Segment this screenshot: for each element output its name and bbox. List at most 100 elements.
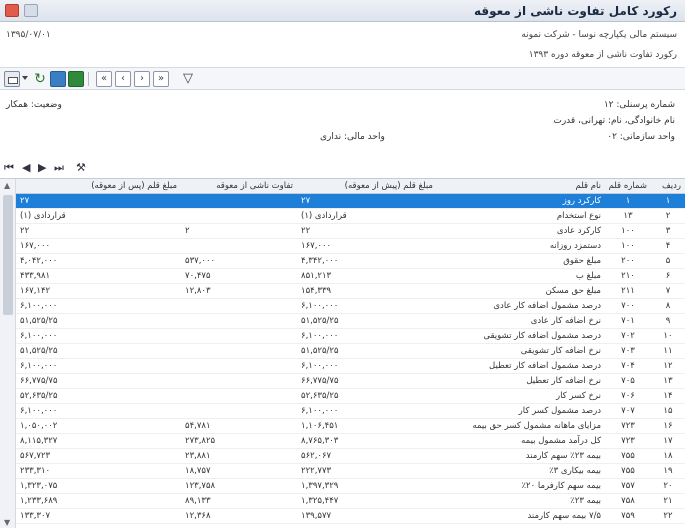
close-icon[interactable] bbox=[5, 4, 19, 17]
table-cell: ۵۴,۷۸۱ bbox=[181, 418, 297, 434]
table-row[interactable]: ۱۹ ۷۵۵ بیمه بیکاری ۳٪ ۲۲۲,۷۷۳ ۱۸,۷۵۷ ۲۳۳,۳۱۰ bbox=[16, 463, 685, 479]
table-cell: ۶,۱۰۰,۰۰۰ bbox=[297, 298, 437, 314]
table-row[interactable]: ۱۰ ۷۰۲ درصد مشمول اضافه کار تشویقی ۶,۱۰۰,۰۰… bbox=[16, 328, 685, 344]
last-page-icon[interactable]: » bbox=[153, 71, 169, 87]
table-cell: ۷ bbox=[651, 283, 685, 299]
table-cell: ۱۰۰ bbox=[605, 238, 651, 254]
column-header[interactable]: نام قلم bbox=[437, 179, 605, 194]
table-row[interactable]: ۱۸ ۷۵۵ بیمه ۲۳٪ سهم کارمند ۵۶۲,۰۶۷ ۲۳,۸۸۱ ۵۶۷… bbox=[16, 448, 685, 464]
table-cell: ۵۶۲,۰۶۷ bbox=[297, 448, 437, 464]
table-cell: ۶,۱۰۰,۰۰۰ bbox=[297, 328, 437, 344]
table-cell: ۱۲ bbox=[651, 358, 685, 374]
export-icon[interactable] bbox=[50, 71, 66, 87]
table-cell: ۸,۷۶۵,۳۰۳ bbox=[297, 433, 437, 449]
table-cell: نرخ اضافه کار تعطیل bbox=[437, 373, 605, 389]
table-cell: درصد مشمول اضافه کار تعطیل bbox=[437, 358, 605, 374]
chevron-down-icon[interactable] bbox=[22, 76, 28, 80]
table-cell: دستمزد روزانه bbox=[437, 238, 605, 254]
table-cell: ۱۵۴,۳۳۹ bbox=[297, 283, 437, 299]
table-cell: ۳ bbox=[651, 223, 685, 239]
table-cell: ۱۲۳,۷۵۸ bbox=[181, 478, 297, 494]
table-cell bbox=[181, 388, 297, 404]
table-row[interactable]: ۸ ۷۰۰ درصد مشمول اضافه کار عادی ۶,۱۰۰,۰۰۰ ۶,… bbox=[16, 298, 685, 314]
filter-icon[interactable]: ▽ bbox=[180, 71, 196, 87]
last-record-icon[interactable]: ⏭ bbox=[54, 161, 64, 175]
next-record-icon[interactable]: ▶ bbox=[38, 161, 46, 174]
table-cell: ۲۲ bbox=[651, 508, 685, 524]
personnel-number: شماره پرسنلی: ۱۲ bbox=[603, 100, 675, 110]
table-cell: بیمه بیکاری ۳٪ bbox=[437, 463, 605, 479]
table-cell: ۱۳ bbox=[605, 208, 651, 224]
table-row[interactable]: ۱۴ ۷۰۶ نرخ کسر کار ۵۲,۶۳۵/۲۵ ۵۲,۶۳۵/۲۵ bbox=[16, 388, 685, 404]
table-cell: ۸۵۱,۲۱۳ bbox=[297, 268, 437, 284]
table-cell bbox=[181, 298, 297, 314]
table-cell: ۱۶۷,۱۴۲ bbox=[16, 283, 181, 299]
minimize-icon[interactable] bbox=[24, 4, 38, 17]
first-page-icon[interactable]: « bbox=[96, 71, 112, 87]
table-cell: ۱,۰۵۰,۰۰۲ bbox=[16, 418, 181, 434]
next-page-icon[interactable]: › bbox=[134, 71, 150, 87]
table-cell bbox=[181, 373, 297, 389]
first-record-icon[interactable]: ⏮ bbox=[4, 161, 14, 175]
table-cell: ۱۶ bbox=[651, 418, 685, 434]
table-row[interactable]: ۱۲ ۷۰۴ درصد مشمول اضافه کار تعطیل ۶,۱۰۰,۰۰۰… bbox=[16, 358, 685, 374]
window-title: رکورد کامل تفاوت ناشی از معوقه bbox=[474, 4, 677, 18]
employee-info: شماره پرسنلی: ۱۲ وضعیت: همکار نام خانواد… bbox=[0, 90, 685, 152]
table-cell: ۱۱ bbox=[651, 343, 685, 359]
table-row[interactable]: ۳ ۱۰۰ کارکرد عادی ۲۲ ۲ ۲۲ bbox=[16, 223, 685, 239]
scroll-up-icon[interactable]: ▲ bbox=[4, 181, 10, 190]
table-row[interactable]: ۲۰ ۷۵۷ بیمه سهم کارفرما ۲۰٪ ۱,۳۹۷,۳۲۹ ۱۲۳,۷۵… bbox=[16, 478, 685, 494]
table-cell: ۸ bbox=[651, 298, 685, 314]
table-cell: ۲۷ bbox=[297, 193, 437, 209]
table-row[interactable]: ۱۶ ۷۲۳ مزایای ماهانه مشمول کسر حق بیمه ۱,۱۰… bbox=[16, 418, 685, 434]
table-cell: ۶,۱۰۰,۰۰۰ bbox=[297, 358, 437, 374]
table-row[interactable]: ۷ ۲۱۱ مبلغ حق مسکن ۱۵۴,۳۳۹ ۱۲,۸۰۳ ۱۶۷,۱۴۲ bbox=[16, 283, 685, 299]
table-cell: کل درآمد مشمول بیمه bbox=[437, 433, 605, 449]
prev-page-icon[interactable]: ‹ bbox=[115, 71, 131, 87]
table-row[interactable]: ۲ ۱۳ نوع استخدام (۱) قراردادی (۱) قراردادی bbox=[16, 208, 685, 224]
table-cell: ۶,۱۰۰,۰۰۰ bbox=[16, 298, 181, 314]
table-cell: ۲۷۳,۸۲۵ bbox=[181, 433, 297, 449]
table-row[interactable]: ۲۱ ۷۵۸ بیمه ۲۳٪ ۱,۳۲۵,۴۴۷ ۸۹,۱۳۳ ۱,۲۳۳,۶۸۹ bbox=[16, 493, 685, 509]
table-cell: درصد مشمول کسر کار bbox=[437, 403, 605, 419]
tools-icon[interactable]: ⚒ bbox=[76, 161, 86, 174]
table-cell: ۱,۲۳۳,۶۸۹ bbox=[16, 493, 181, 509]
table-cell: ۲۳۳,۳۱۰ bbox=[16, 463, 181, 479]
table-cell: ۶۶,۷۷۵/۷۵ bbox=[297, 373, 437, 389]
column-header[interactable]: ردیف bbox=[651, 179, 685, 194]
table-cell: ۶ bbox=[651, 268, 685, 284]
table-cell: ۱۶۷,۰۰۰ bbox=[16, 238, 181, 254]
table-row[interactable]: ۱۳ ۷۰۵ نرخ اضافه کار تعطیل ۶۶,۷۷۵/۷۵ ۶۶,۷۷۵/… bbox=[16, 373, 685, 389]
table-row[interactable]: ۱۷ ۷۲۳ کل درآمد مشمول بیمه ۸,۷۶۵,۳۰۳ ۲۷۳,۸۲۵… bbox=[16, 433, 685, 449]
table-row[interactable]: ۵ ۲۰۰ مبلغ حقوق ۴,۳۴۲,۰۰۰ ۵۳۷,۰۰۰ ۴,۰۴۲,۰۰۰ bbox=[16, 253, 685, 269]
scroll-thumb[interactable] bbox=[3, 195, 13, 315]
table-row[interactable]: ۲۲ ۷۵۹ ۷/۵ بیمه سهم کارمند ۱۳۹,۵۷۷ ۱۲,۳۶۸ ۱۳۳… bbox=[16, 508, 685, 524]
column-header[interactable]: شماره قلم bbox=[605, 179, 651, 194]
prev-record-icon[interactable]: ◀ bbox=[22, 161, 30, 174]
table-cell: (۱) قراردادی bbox=[297, 208, 437, 224]
excel-icon[interactable] bbox=[68, 71, 84, 87]
table-row[interactable]: ۹ ۷۰۱ نرخ اضافه کار عادی ۵۱,۵۲۵/۲۵ ۵۱,۵۲۵/۲۵ bbox=[16, 313, 685, 329]
vertical-scrollbar[interactable]: ▲ ▼ bbox=[0, 179, 16, 528]
print-icon[interactable] bbox=[4, 71, 20, 87]
table-row[interactable]: ۱۵ ۷۰۷ درصد مشمول کسر کار ۶,۱۰۰,۰۰۰ ۶,۱۰۰,۰۰… bbox=[16, 403, 685, 419]
table-cell: ۶۶,۷۷۵/۷۵ bbox=[16, 373, 181, 389]
table-header: ردیف شماره قلم نام قلم مبلغ قلم (پیش از معو… bbox=[16, 179, 685, 194]
table-row[interactable]: ۶ ۲۱۰ مبلغ ب ۸۵۱,۲۱۳ ۷۰,۴۷۵ ۴۳۳,۹۸۱ bbox=[16, 268, 685, 284]
employee-name: نام خانوادگی، نام: تهرانی، قدرت bbox=[553, 116, 675, 126]
table-row[interactable]: ۴ ۱۰۰ دستمزد روزانه ۱۶۷,۰۰۰ ۱۶۷,۰۰۰ bbox=[16, 238, 685, 254]
table-row[interactable]: ۱۱ ۷۰۳ نرخ اضافه کار تشویقی ۵۱,۵۲۵/۲۵ ۵۱,۵۲۵… bbox=[16, 343, 685, 359]
table-cell: ۷۵۷ bbox=[605, 478, 651, 494]
refresh-icon[interactable]: ↻ bbox=[32, 71, 48, 87]
table-cell bbox=[181, 238, 297, 254]
table-cell: نرخ اضافه کار عادی bbox=[437, 313, 605, 329]
column-header[interactable]: مبلغ قلم (پس از معوقه) bbox=[16, 179, 181, 194]
table-cell: ۷۰۵ bbox=[605, 373, 651, 389]
financial-unit: واحد مالی: نداری bbox=[320, 132, 385, 142]
table-cell: ۱۳ bbox=[651, 373, 685, 389]
scroll-down-icon[interactable]: ▼ bbox=[4, 518, 10, 527]
column-header[interactable]: مبلغ قلم (پیش از معوقه) bbox=[297, 179, 437, 194]
table-row[interactable]: ۱ ۱ کارکرد روز ۲۷ ۲۷ bbox=[16, 193, 685, 209]
column-header[interactable]: تفاوت ناشی از معوقه bbox=[181, 179, 297, 194]
table-cell: ۲۳,۸۸۱ bbox=[181, 448, 297, 464]
